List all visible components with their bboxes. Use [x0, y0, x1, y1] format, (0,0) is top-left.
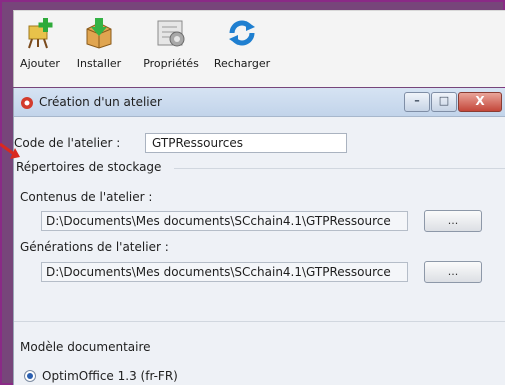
reload-button[interactable]: Recharger [212, 17, 272, 70]
properties-button[interactable]: Propriétés [139, 17, 203, 70]
reload-button-label: Recharger [213, 57, 271, 70]
toolbar: Ajouter Installer Propriétés Recharger [13, 10, 505, 87]
properties-button-label: Propriétés [143, 57, 199, 70]
section-divider [14, 321, 505, 322]
window-controls: – □ X [403, 92, 502, 112]
install-button[interactable]: Installer [73, 17, 125, 70]
code-input[interactable]: GTPRessources [145, 133, 347, 153]
contents-label: Contenus de l'atelier : [20, 190, 153, 204]
install-box-icon [83, 17, 115, 49]
add-button-label: Ajouter [20, 57, 60, 70]
contents-path-input[interactable]: D:\Documents\Mes documents\SCchain4.1\GT… [41, 211, 408, 231]
maximize-icon: □ [438, 94, 450, 107]
add-easel-icon [24, 17, 56, 49]
storage-group-divider [174, 168, 505, 169]
contents-browse-button[interactable]: ... [424, 210, 482, 232]
create-workshop-dialog: Création d'un atelier – □ X Code de l'at… [13, 88, 505, 385]
generations-label: Générations de l'atelier : [20, 240, 169, 254]
install-button-label: Installer [76, 57, 122, 70]
model-group-title: Modèle documentaire [20, 340, 151, 354]
dialog-titlebar[interactable]: Création d'un atelier – □ X [14, 88, 505, 117]
model-option-label: OptimOffice 1.3 (fr-FR) [42, 369, 178, 383]
dialog-title: Création d'un atelier [39, 95, 162, 109]
close-icon: X [475, 94, 485, 108]
app-logo-icon [20, 95, 34, 109]
reload-icon [226, 17, 258, 49]
minimize-button[interactable]: – [404, 92, 430, 112]
pointer-arrow-icon [0, 140, 22, 170]
add-button[interactable]: Ajouter [18, 17, 62, 70]
generations-path-input[interactable]: D:\Documents\Mes documents\SCchain4.1\GT… [41, 262, 408, 282]
properties-gear-icon [155, 17, 187, 49]
close-button[interactable]: X [458, 92, 502, 112]
minimize-icon: – [414, 94, 420, 107]
code-label: Code de l'atelier : [14, 136, 121, 150]
model-radio[interactable] [24, 370, 36, 382]
storage-group-title: Répertoires de stockage [16, 160, 162, 174]
generations-browse-button[interactable]: ... [424, 261, 482, 283]
maximize-button[interactable]: □ [431, 92, 457, 112]
